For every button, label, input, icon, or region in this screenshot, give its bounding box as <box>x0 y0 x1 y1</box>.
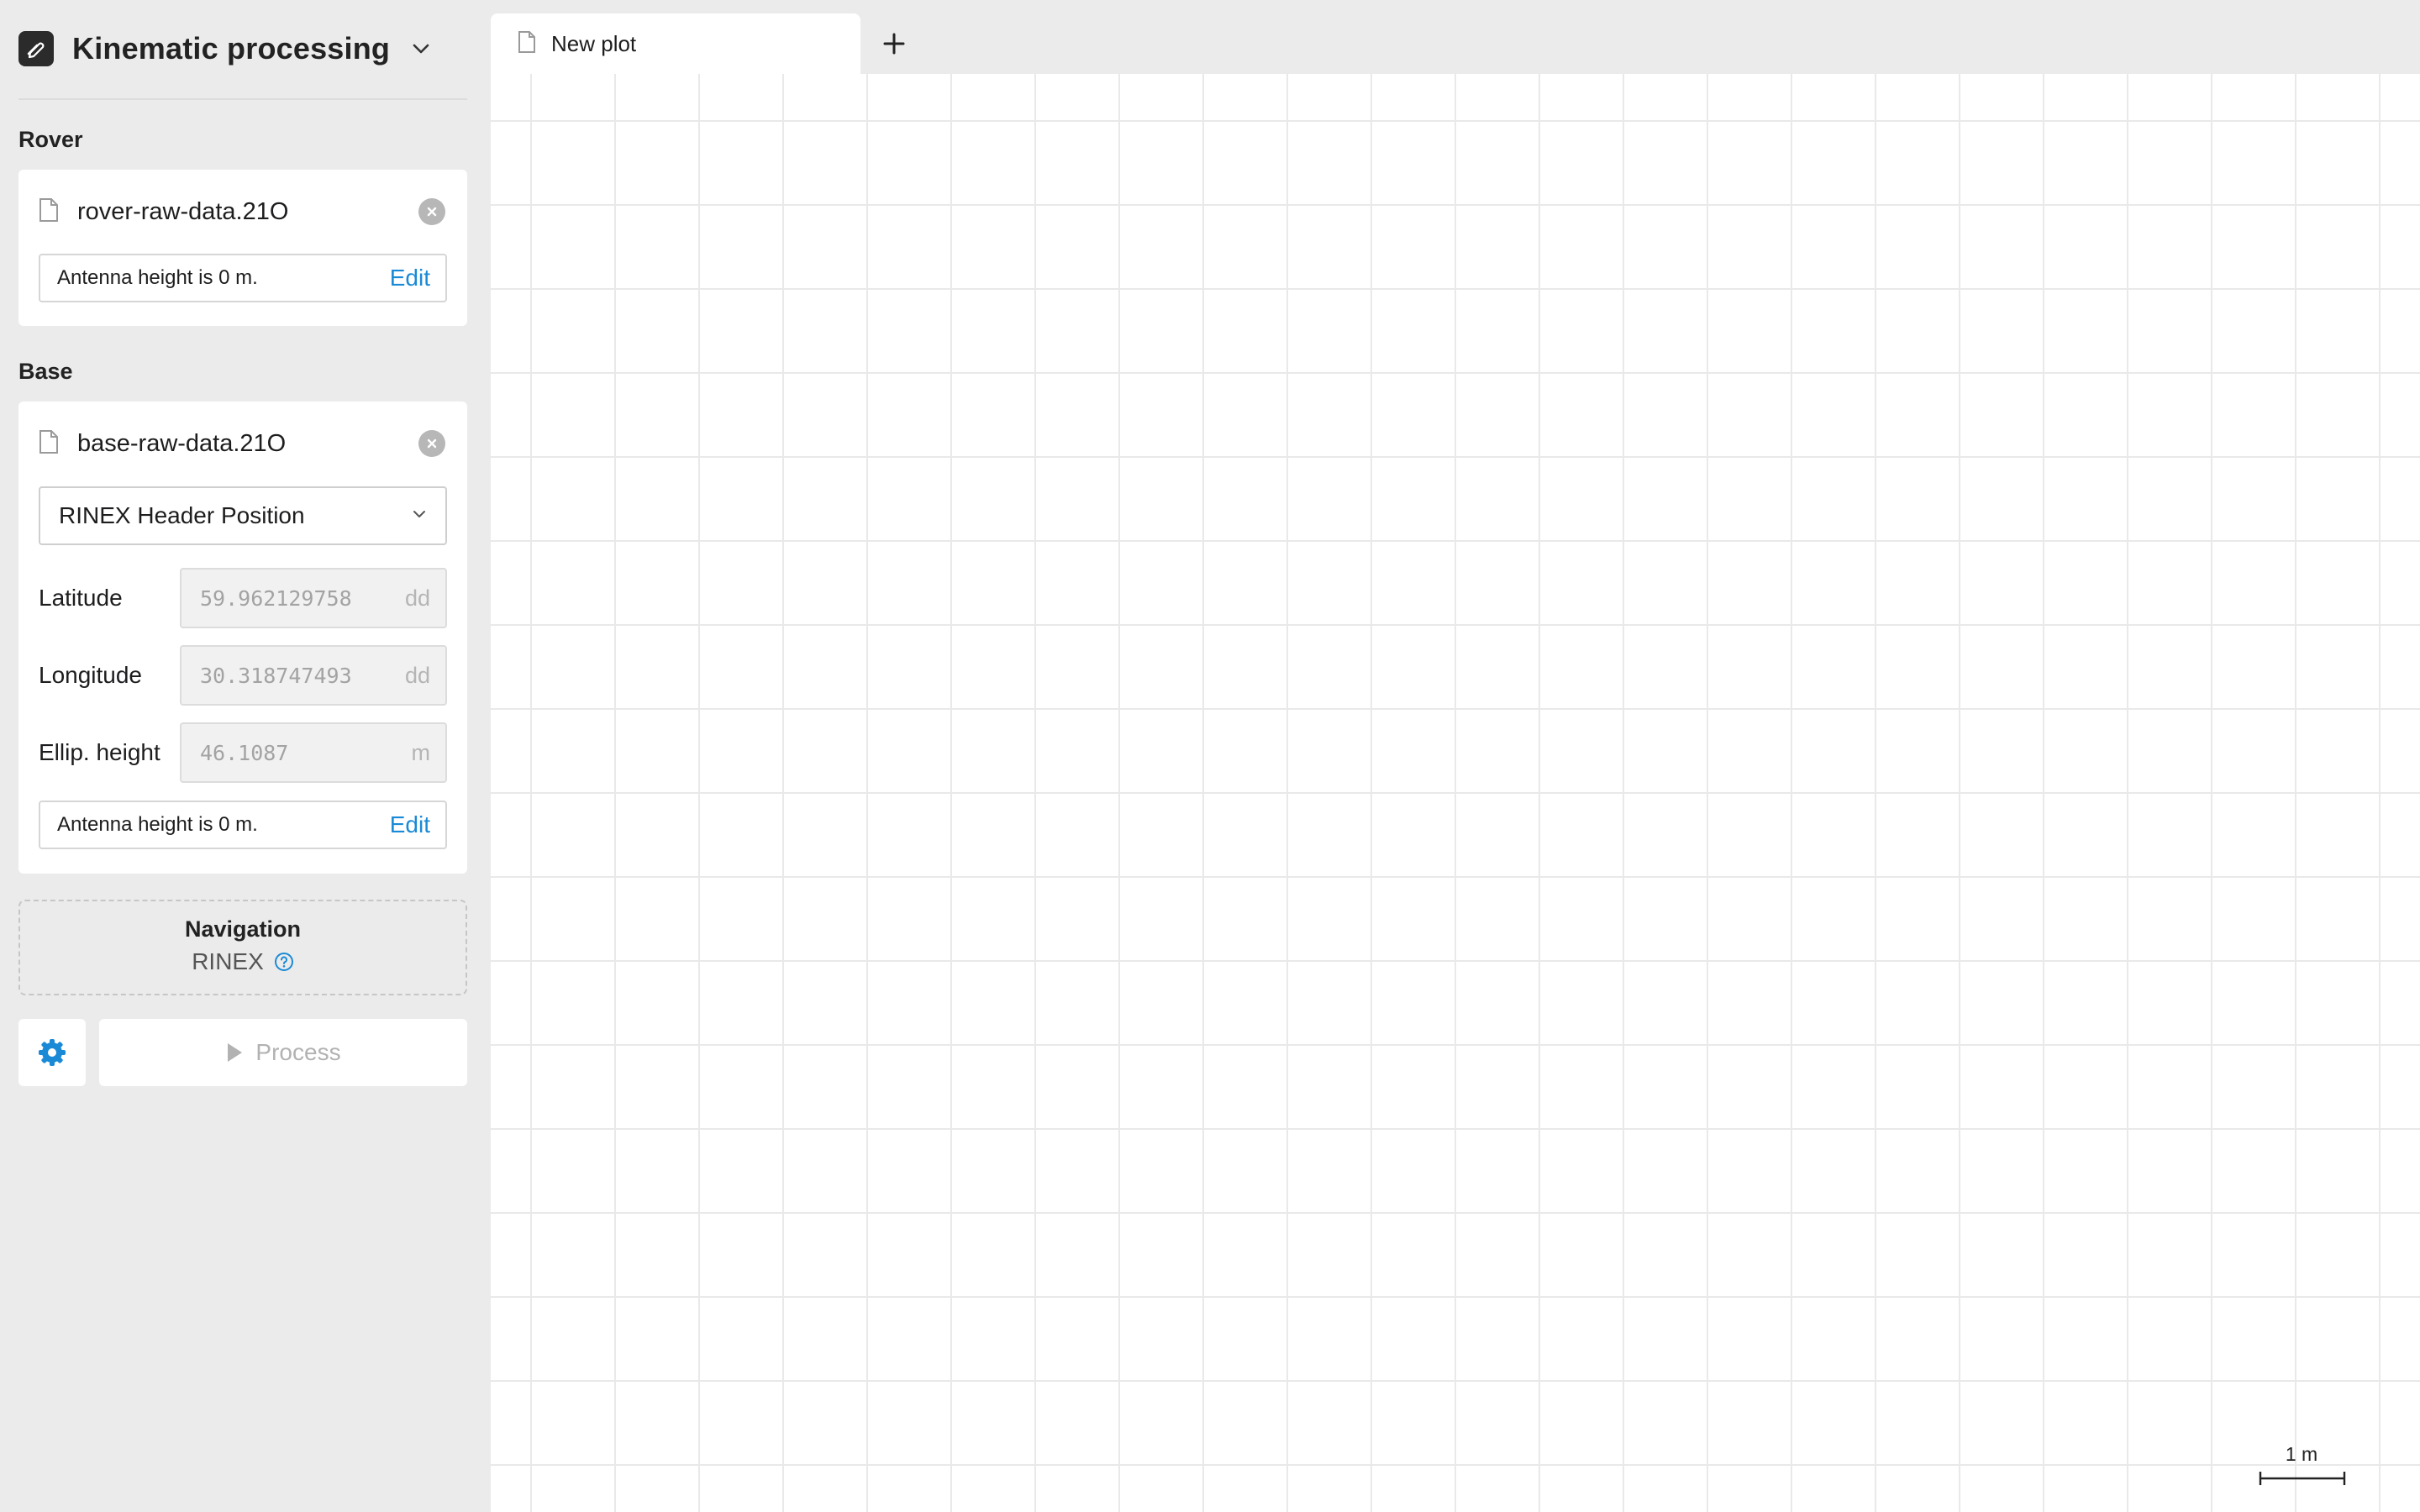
latitude-label: Latitude <box>39 585 123 611</box>
project-switcher[interactable]: Kinematic processing <box>18 30 430 67</box>
scale-bar: 1 m <box>2255 1443 2348 1494</box>
close-icon <box>427 207 437 217</box>
settings-button[interactable] <box>18 1019 86 1086</box>
app-title: Kinematic processing <box>72 31 391 66</box>
navigation-source-row: RINEX <box>20 948 466 975</box>
base-antenna-text: Antenna height is 0 m. <box>57 813 258 836</box>
app-window: Kinematic processing Rover rover-raw-dat… <box>0 0 2420 1512</box>
ellip-height-row: Ellip. height 46.1087 m <box>39 722 447 783</box>
ellip-height-value: 46.1087 <box>200 740 289 765</box>
chevron-down-icon <box>412 508 427 523</box>
ellip-height-label: Ellip. height <box>39 739 160 765</box>
latitude-unit: dd <box>404 585 430 611</box>
latitude-input[interactable]: 59.962129758 dd <box>180 568 447 628</box>
longitude-label: Longitude <box>39 662 143 688</box>
add-tab-button[interactable] <box>876 25 913 62</box>
tab-label: New plot <box>551 30 637 56</box>
base-card: base-raw-data.21O RINEX Header Position … <box>18 402 467 874</box>
base-antenna-edit-link[interactable]: Edit <box>390 811 430 838</box>
longitude-value: 30.318747493 <box>200 663 352 688</box>
file-icon <box>518 30 536 58</box>
rover-file-row: rover-raw-data.21O <box>39 195 288 228</box>
header-divider <box>18 98 467 100</box>
base-file-name: base-raw-data.21O <box>77 429 287 457</box>
process-label: Process <box>255 1039 341 1065</box>
base-position-source-select[interactable]: RINEX Header Position <box>39 486 447 545</box>
ellip-height-unit: m <box>411 739 431 765</box>
base-file-row: base-raw-data.21O <box>39 427 286 460</box>
ellip-height-input[interactable]: 46.1087 m <box>180 722 447 783</box>
tab-new-plot[interactable]: New plot <box>491 13 860 74</box>
chevron-down-icon <box>412 43 430 55</box>
plus-icon <box>883 33 905 55</box>
scale-line <box>2259 1472 2346 1485</box>
rover-antenna-text: Antenna height is 0 m. <box>57 266 258 289</box>
base-section-label: Base <box>18 359 73 384</box>
navigation-source: RINEX <box>192 948 264 974</box>
navigation-title: Navigation <box>184 916 302 942</box>
file-icon <box>39 197 59 227</box>
link-pencil-icon <box>18 31 54 66</box>
longitude-unit: dd <box>404 662 430 688</box>
latitude-value: 59.962129758 <box>200 585 352 611</box>
rover-card: rover-raw-data.21O Antenna height is 0 m… <box>18 170 467 326</box>
sidebar: Kinematic processing Rover rover-raw-dat… <box>0 0 491 1512</box>
gear-icon <box>39 1039 66 1066</box>
close-icon <box>427 438 437 449</box>
base-antenna-height: Antenna height is 0 m. Edit <box>39 801 447 849</box>
plot-canvas[interactable]: 1 m <box>491 74 2420 1512</box>
help-icon[interactable] <box>274 952 294 972</box>
rover-file-name: rover-raw-data.21O <box>77 197 289 225</box>
base-clear-file-button[interactable] <box>418 430 445 457</box>
play-icon <box>228 1043 243 1062</box>
file-icon <box>39 429 59 459</box>
rover-section-label: Rover <box>18 127 83 152</box>
navigation-drop-zone[interactable]: Navigation RINEX <box>18 900 467 995</box>
base-position-source-value: RINEX Header Position <box>59 502 305 528</box>
rover-clear-file-button[interactable] <box>418 198 445 225</box>
rover-antenna-edit-link[interactable]: Edit <box>390 265 430 291</box>
longitude-input[interactable]: 30.318747493 dd <box>180 645 447 706</box>
latitude-row: Latitude 59.962129758 dd <box>39 568 447 628</box>
longitude-row: Longitude 30.318747493 dd <box>39 645 447 706</box>
scale-label: 1 m <box>2285 1443 2318 1465</box>
rover-antenna-height: Antenna height is 0 m. Edit <box>39 254 447 302</box>
process-button[interactable]: Process <box>99 1019 467 1086</box>
